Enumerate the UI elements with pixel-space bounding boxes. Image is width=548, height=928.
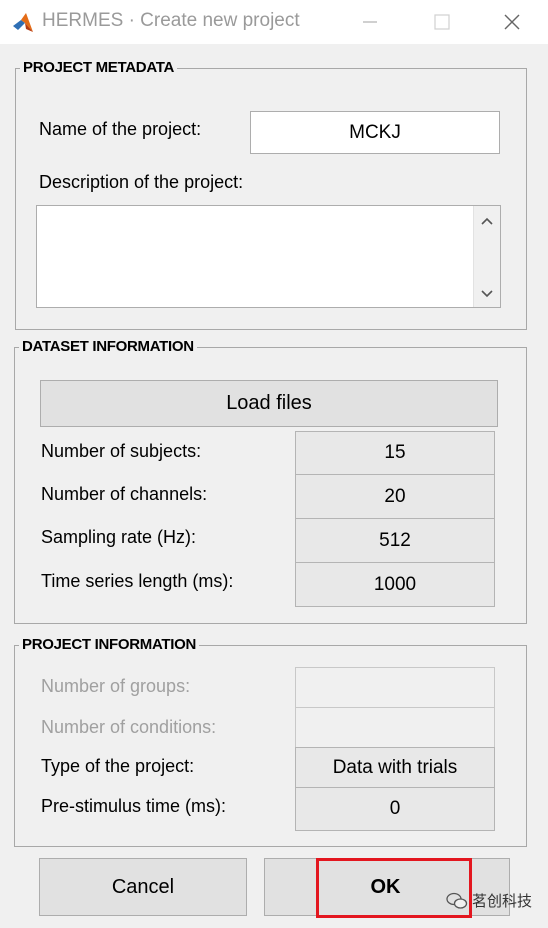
subjects-value: 15 xyxy=(384,442,406,463)
panel-title-project-metadata: PROJECT METADATA xyxy=(20,59,178,76)
cancel-button[interactable]: Cancel xyxy=(39,858,247,916)
channels-field: 20 xyxy=(295,474,495,519)
panel-title-project-information: PROJECT INFORMATION xyxy=(19,636,200,653)
load-files-label: Load files xyxy=(226,392,312,414)
minimize-icon[interactable] xyxy=(358,10,382,34)
project-name-input[interactable]: MCKJ xyxy=(250,111,500,154)
subjects-label: Number of subjects: xyxy=(41,441,202,461)
load-files-button[interactable]: Load files xyxy=(40,380,498,427)
project-name-label: Name of the project: xyxy=(39,119,202,139)
conditions-field xyxy=(295,707,495,748)
cancel-label: Cancel xyxy=(111,875,175,898)
project-type-label: Type of the project: xyxy=(41,756,195,776)
project-description-textarea[interactable] xyxy=(36,205,501,308)
description-scrollbar[interactable] xyxy=(473,206,500,307)
pre-stimulus-time-value: 0 xyxy=(389,798,401,819)
matlab-icon xyxy=(13,13,33,32)
maximize-icon[interactable] xyxy=(430,10,454,34)
scroll-down-icon[interactable] xyxy=(480,289,494,299)
project-type-value: Data with trials xyxy=(332,756,458,778)
wechat-icon xyxy=(446,892,468,909)
project-description-label: Description of the project: xyxy=(39,172,244,192)
watermark: 茗创科技 xyxy=(446,890,532,911)
sampling-rate-field: 512 xyxy=(295,518,495,563)
dataset-information-panel: DATASET INFORMATION Load files Number of… xyxy=(14,338,527,624)
groups-field xyxy=(295,667,495,708)
project-type-field: Data with trials xyxy=(295,747,495,788)
sampling-rate-label: Sampling rate (Hz): xyxy=(41,527,197,547)
pre-stimulus-time-field: 0 xyxy=(295,787,495,831)
groups-label: Number of groups: xyxy=(41,676,191,696)
panel-title-dataset-information: DATASET INFORMATION xyxy=(19,338,197,355)
conditions-label: Number of conditions: xyxy=(41,717,217,737)
pre-stimulus-time-label: Pre-stimulus time (ms): xyxy=(41,796,227,816)
project-metadata-panel: PROJECT METADATA Name of the project: MC… xyxy=(15,59,527,330)
project-information-panel: PROJECT INFORMATION Number of groups: Nu… xyxy=(14,636,527,847)
sampling-rate-value: 512 xyxy=(379,529,411,551)
scroll-up-icon[interactable] xyxy=(480,216,494,226)
title-bar: HERMES · Create new project xyxy=(0,0,548,44)
close-icon[interactable] xyxy=(500,10,524,34)
time-series-length-field: 1000 xyxy=(295,562,495,607)
subjects-field: 15 xyxy=(295,431,495,475)
project-name-value: MCKJ xyxy=(349,121,401,143)
watermark-text: 茗创科技 xyxy=(472,893,533,910)
time-series-length-label: Time series length (ms): xyxy=(41,571,234,591)
time-series-length-value: 1000 xyxy=(373,573,417,595)
channels-value: 20 xyxy=(384,485,406,507)
channels-label: Number of channels: xyxy=(41,484,208,504)
window-title: HERMES · Create new project xyxy=(42,10,300,31)
